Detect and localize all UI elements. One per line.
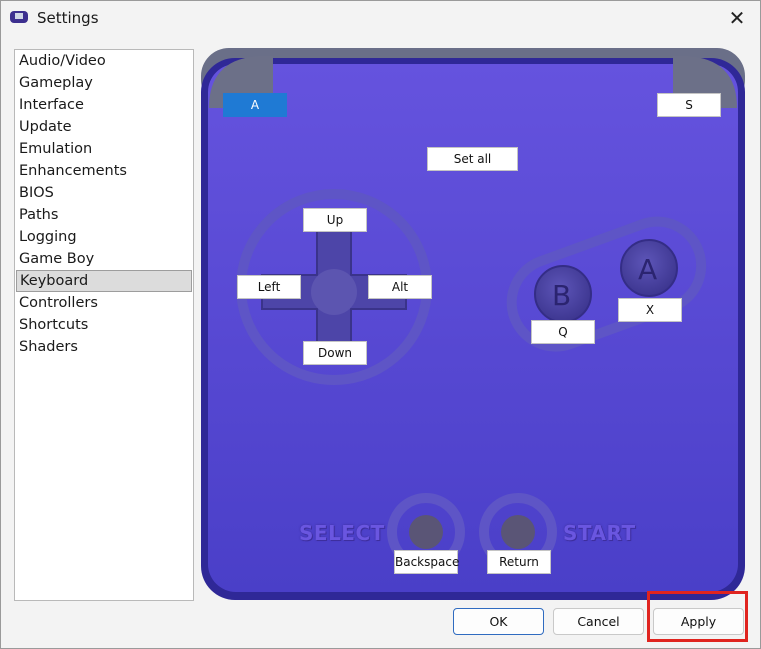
window-title: Settings (37, 9, 99, 27)
sidebar-item-controllers[interactable]: Controllers (15, 292, 193, 314)
up-key[interactable]: Up (303, 208, 367, 232)
close-icon[interactable]: ✕ (714, 1, 760, 35)
select-key[interactable]: Backspace (394, 550, 459, 574)
console-body (208, 64, 738, 592)
b-face-letter: B (552, 279, 572, 312)
b-key[interactable]: Q (531, 320, 595, 344)
apply-button[interactable]: Apply (653, 608, 744, 635)
right-key[interactable]: Alt (368, 275, 432, 299)
sidebar-item-interface[interactable]: Interface (15, 94, 193, 116)
r-shoulder-key[interactable]: S (657, 93, 721, 117)
l-shoulder-key[interactable]: A (223, 93, 287, 117)
dpad-center (311, 269, 357, 315)
set-all-button[interactable]: Set all (427, 147, 518, 171)
sidebar-item-audio-video[interactable]: Audio/Video (15, 50, 193, 72)
start-label: START (563, 521, 636, 545)
sidebar-item-enhancements[interactable]: Enhancements (15, 160, 193, 182)
sidebar-item-bios[interactable]: BIOS (15, 182, 193, 204)
sidebar-item-emulation[interactable]: Emulation (15, 138, 193, 160)
sidebar-item-gameplay[interactable]: Gameplay (15, 72, 193, 94)
select-button (409, 515, 443, 549)
gba-app-icon (10, 11, 28, 23)
left-key[interactable]: Left (237, 275, 301, 299)
cancel-button[interactable]: Cancel (553, 608, 644, 635)
settings-window: Settings ✕ Audio/Video Gameplay Interfac… (0, 0, 761, 649)
sidebar-item-shortcuts[interactable]: Shortcuts (15, 314, 193, 336)
sidebar-item-shaders[interactable]: Shaders (15, 336, 193, 358)
select-label: SELECT (299, 521, 385, 545)
sidebar-item-update[interactable]: Update (15, 116, 193, 138)
gba-body-illustration (201, 48, 745, 600)
down-key[interactable]: Down (303, 341, 367, 365)
start-key[interactable]: Return (487, 550, 551, 574)
ok-button[interactable]: OK (453, 608, 544, 635)
a-face-letter: A (638, 253, 658, 286)
sidebar-item-keyboard[interactable]: Keyboard (16, 270, 192, 292)
settings-category-list[interactable]: Audio/Video Gameplay Interface Update Em… (14, 49, 194, 601)
sidebar-item-paths[interactable]: Paths (15, 204, 193, 226)
title-bar: Settings ✕ (1, 1, 760, 35)
gamepad-mapping-panel: B A SELECT START A S Set all Up Left Alt… (201, 48, 745, 600)
sidebar-item-game-boy[interactable]: Game Boy (15, 248, 193, 270)
a-key[interactable]: X (618, 298, 682, 322)
sidebar-item-logging[interactable]: Logging (15, 226, 193, 248)
start-button (501, 515, 535, 549)
